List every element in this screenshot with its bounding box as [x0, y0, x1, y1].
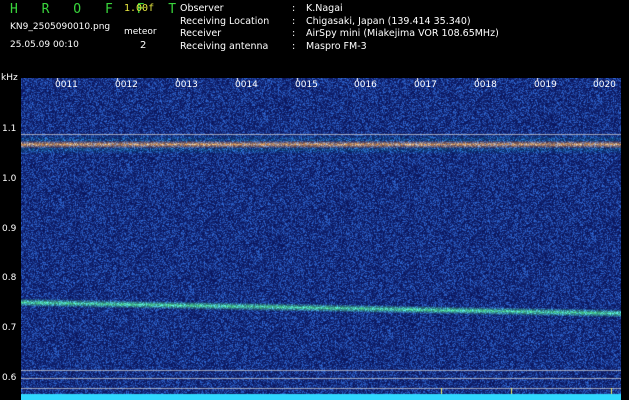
- header-panel: H R O F F T 1.00f KN9_2505090010.png 25.…: [0, 0, 629, 72]
- capture-datetime: 25.05.09 00:10: [10, 40, 79, 50]
- frequency-axis: 1.1 1.0 0.9 0.8 0.7 0.6: [0, 72, 21, 400]
- separator: :: [292, 28, 296, 39]
- file-name: KN9_2505090010.png: [10, 22, 111, 32]
- time-tick-label: 0014: [235, 80, 258, 90]
- location-value: Chigasaki, Japan (139.414 35.340): [306, 15, 471, 27]
- spectrogram-display: [21, 78, 621, 400]
- time-tick-label: 0016: [354, 80, 377, 90]
- station-info: Observer : K.Nagai Receiving Location : …: [180, 3, 499, 53]
- observer-row: Observer : K.Nagai: [180, 3, 499, 16]
- y-tick-label: 1.1: [2, 124, 17, 134]
- time-tick-label: 0018: [474, 80, 497, 90]
- y-tick-label: 1.0: [2, 174, 17, 184]
- time-tick-label: 0012: [115, 80, 138, 90]
- app-logo: H R O F F T: [10, 2, 185, 17]
- time-tick-label: 0017: [414, 80, 437, 90]
- app-version: 1.00f: [124, 3, 155, 14]
- antenna-label: Receiving antenna: [180, 40, 269, 52]
- observer-label: Observer: [180, 3, 224, 14]
- location-row: Receiving Location : Chigasaki, Japan (1…: [180, 16, 499, 29]
- antenna-value: Maspro FM-3: [306, 40, 367, 52]
- time-tick-label: 0011: [55, 80, 78, 90]
- time-tick-label: 0019: [534, 80, 557, 90]
- receiver-label: Receiver: [180, 28, 222, 39]
- receiver-row: Receiver : AirSpy mini (Miakejima VOR 10…: [180, 28, 499, 41]
- y-tick-label: 0.9: [2, 224, 17, 234]
- separator: :: [292, 15, 296, 27]
- separator: :: [292, 40, 296, 52]
- time-tick-label: 0020: [593, 80, 616, 90]
- y-tick-label: 0.6: [2, 373, 17, 383]
- y-tick-label: 0.8: [2, 273, 17, 283]
- receiver-value: AirSpy mini (Miakejima VOR 108.65MHz): [306, 28, 499, 39]
- time-tick-label: 0013: [175, 80, 198, 90]
- antenna-row: Receiving antenna : Maspro FM-3: [180, 41, 499, 54]
- time-tick-label: 0015: [295, 80, 318, 90]
- meteor-label: meteor: [124, 27, 157, 37]
- meteor-count: 2: [140, 40, 147, 51]
- separator: :: [292, 3, 296, 14]
- location-label: Receiving Location: [180, 15, 270, 27]
- y-tick-label: 0.7: [2, 323, 17, 333]
- observer-value: K.Nagai: [306, 3, 343, 14]
